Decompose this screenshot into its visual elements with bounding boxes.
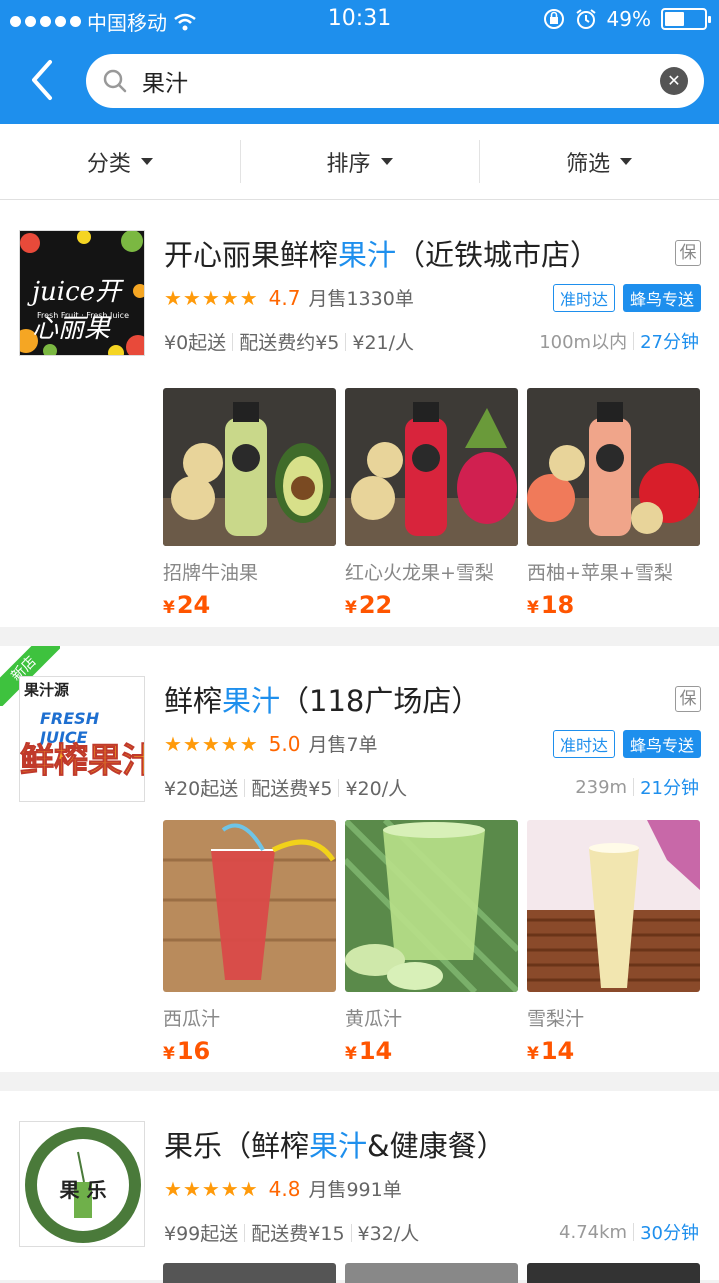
product-price: ¥18 bbox=[527, 591, 575, 619]
logo-juice-text: juice开心丽果 bbox=[32, 277, 122, 344]
product-image bbox=[163, 820, 336, 992]
shop-logo: juice开心丽果 Fresh Fruit · Fresh Juice bbox=[19, 230, 145, 356]
min-order: ¥20起送 bbox=[164, 778, 239, 800]
clear-search-icon[interactable]: ✕ bbox=[660, 67, 688, 95]
logo-top-text: 果汁源 bbox=[24, 681, 70, 699]
product-image bbox=[345, 820, 518, 992]
product-image bbox=[345, 388, 518, 546]
product-image bbox=[527, 820, 700, 992]
product-item[interactable]: 西瓜汁 ¥16 bbox=[163, 820, 336, 1065]
product-item[interactable]: 红心火龙果+雪梨 ¥22 bbox=[345, 388, 518, 619]
product-name: 雪梨汁 bbox=[527, 1008, 585, 1030]
eta: 21分钟 bbox=[640, 778, 699, 799]
filter-category[interactable]: 分类 bbox=[0, 124, 240, 199]
ontime-tag: 准时达 bbox=[552, 730, 615, 758]
product-price: ¥22 bbox=[345, 591, 393, 619]
guarantee-badge: 保 bbox=[675, 240, 701, 266]
product-image bbox=[163, 1263, 336, 1283]
product-price: ¥24 bbox=[163, 591, 211, 619]
monthly-sales: 月售1330单 bbox=[308, 288, 414, 310]
delivery-fee: 配送费约¥5 bbox=[239, 332, 340, 354]
distance-eta: 239m 21分钟 bbox=[575, 774, 699, 800]
product-price: ¥14 bbox=[527, 1037, 575, 1065]
product-name: 西柚+苹果+雪梨 bbox=[527, 562, 673, 584]
search-header: ✕ bbox=[0, 40, 719, 124]
alarm-icon bbox=[575, 9, 596, 29]
rating-score: 4.8 bbox=[268, 1176, 301, 1201]
product-image bbox=[345, 1263, 518, 1283]
star-rating-icon: ★★★★★ bbox=[164, 285, 259, 310]
distance: 239m bbox=[575, 776, 628, 798]
shop-card[interactable]: juice开心丽果 Fresh Fruit · Fresh Juice 开心丽果… bbox=[0, 200, 719, 627]
per-person-cost: ¥32/人 bbox=[357, 1223, 420, 1245]
shop-name: 鲜榨果汁（118广场店） bbox=[164, 684, 481, 718]
eta: 27分钟 bbox=[640, 332, 699, 353]
back-arrow-icon[interactable] bbox=[26, 58, 66, 102]
product-image bbox=[527, 388, 700, 546]
shop-name: 果乐（鲜榨果汁&健康餐） bbox=[164, 1129, 506, 1163]
guarantee-badge: 保 bbox=[675, 686, 701, 712]
rating-score: 5.0 bbox=[268, 731, 301, 756]
per-person-cost: ¥20/人 bbox=[345, 778, 408, 800]
search-box[interactable]: ✕ bbox=[86, 54, 704, 108]
product-item[interactable]: 黄瓜汁 ¥14 bbox=[345, 820, 518, 1065]
status-bar: 中国移动 10:31 49% bbox=[0, 0, 719, 40]
rotation-lock-icon bbox=[543, 9, 564, 29]
product-item[interactable]: 西柚+苹果+雪梨 ¥18 bbox=[527, 388, 700, 619]
product-name: 红心火龙果+雪梨 bbox=[345, 562, 494, 584]
shop-logo: 果 乐 bbox=[19, 1121, 145, 1247]
distance: 100m以内 bbox=[539, 332, 628, 353]
product-image bbox=[527, 1263, 700, 1283]
delivery-info: ¥99起送 配送费¥15 ¥32/人 bbox=[164, 1219, 419, 1246]
dropdown-caret-icon bbox=[380, 158, 393, 165]
distance-eta: 100m以内 27分钟 bbox=[539, 328, 699, 354]
min-order: ¥99起送 bbox=[164, 1223, 239, 1245]
product-item[interactable]: 招牌牛油果 ¥24 bbox=[163, 388, 336, 619]
monthly-sales: 月售991单 bbox=[308, 1179, 402, 1201]
per-person-cost: ¥21/人 bbox=[352, 332, 415, 354]
filter-bar: 分类 排序 筛选 bbox=[0, 124, 719, 200]
distance-eta: 4.74km 30分钟 bbox=[559, 1219, 699, 1245]
rating-row: ★★★★★ 5.0 月售7单 bbox=[164, 730, 378, 757]
delivery-info: ¥20起送 配送费¥5 ¥20/人 bbox=[164, 774, 407, 801]
monthly-sales: 月售7单 bbox=[308, 734, 378, 756]
min-order: ¥0起送 bbox=[164, 332, 227, 354]
dropdown-caret-icon bbox=[620, 158, 633, 165]
delivery-info: ¥0起送 配送费约¥5 ¥21/人 bbox=[164, 328, 414, 355]
delivery-fee: 配送费¥5 bbox=[251, 778, 333, 800]
product-name: 黄瓜汁 bbox=[345, 1008, 403, 1030]
rating-row: ★★★★★ 4.8 月售991单 bbox=[164, 1175, 402, 1202]
delivery-fee: 配送费¥15 bbox=[251, 1223, 345, 1245]
search-input[interactable] bbox=[142, 65, 622, 97]
rating-row: ★★★★★ 4.7 月售1330单 bbox=[164, 284, 414, 311]
search-icon bbox=[103, 69, 127, 93]
star-rating-icon: ★★★★★ bbox=[164, 731, 259, 756]
shop-logo: 果汁源 FRESH JUICE 鲜榨果汁 bbox=[19, 676, 145, 802]
product-name: 招牌牛油果 bbox=[163, 562, 259, 584]
shop-card[interactable]: 果 乐 果乐（鲜榨果汁&健康餐） ★★★★★ 4.8 月售991单 ¥99起送 … bbox=[0, 1091, 719, 1283]
eta: 30分钟 bbox=[640, 1223, 699, 1244]
delivery-tag: 蜂鸟专送 bbox=[622, 730, 701, 758]
product-item[interactable]: 雪梨汁 ¥14 bbox=[527, 820, 700, 1065]
product-price: ¥14 bbox=[345, 1037, 393, 1065]
ontime-tag: 准时达 bbox=[552, 284, 615, 312]
shop-name: 开心丽果鲜榨果汁（近铁城市店） bbox=[164, 238, 600, 272]
logo-subtitle: Fresh Fruit · Fresh Juice bbox=[36, 311, 129, 320]
dropdown-caret-icon bbox=[140, 158, 153, 165]
shop-card[interactable]: 新店 果汁源 FRESH JUICE 鲜榨果汁 鲜榨果汁（118广场店） 保 ★… bbox=[0, 646, 719, 1072]
product-name: 西瓜汁 bbox=[163, 1008, 221, 1030]
delivery-tag: 蜂鸟专送 bbox=[622, 284, 701, 312]
logo-text: 果 乐 bbox=[59, 1178, 107, 1202]
distance: 4.74km bbox=[559, 1221, 628, 1243]
rating-score: 4.7 bbox=[268, 285, 301, 310]
product-price: ¥16 bbox=[163, 1037, 211, 1065]
star-rating-icon: ★★★★★ bbox=[164, 1176, 259, 1201]
filter-screen[interactable]: 筛选 bbox=[479, 124, 719, 199]
battery-icon bbox=[661, 8, 711, 30]
logo-main-text: 鲜榨果汁 bbox=[20, 741, 145, 782]
battery-percent: 49% bbox=[606, 7, 651, 31]
filter-sort[interactable]: 排序 bbox=[239, 124, 480, 199]
product-image bbox=[163, 388, 336, 546]
